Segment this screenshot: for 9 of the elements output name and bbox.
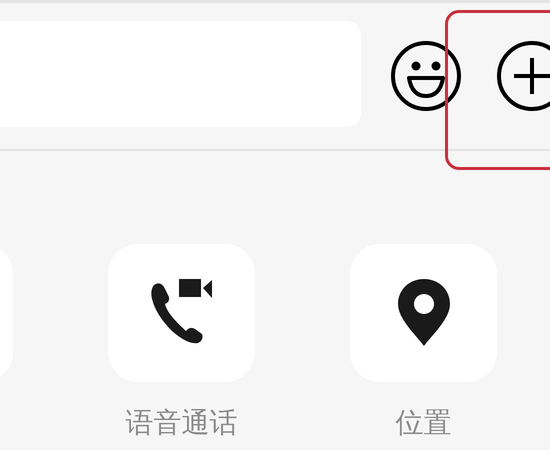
tile-label: 位置	[396, 405, 452, 441]
plus-icon	[496, 40, 550, 112]
emoji-icon	[390, 40, 462, 112]
emoji-button[interactable]	[390, 40, 462, 112]
location-tile[interactable]	[350, 244, 497, 382]
voice-call-tile[interactable]	[108, 244, 255, 382]
location-pin-icon	[398, 279, 450, 347]
plus-button[interactable]	[496, 40, 550, 112]
tile-label: 语音通话	[126, 405, 238, 441]
